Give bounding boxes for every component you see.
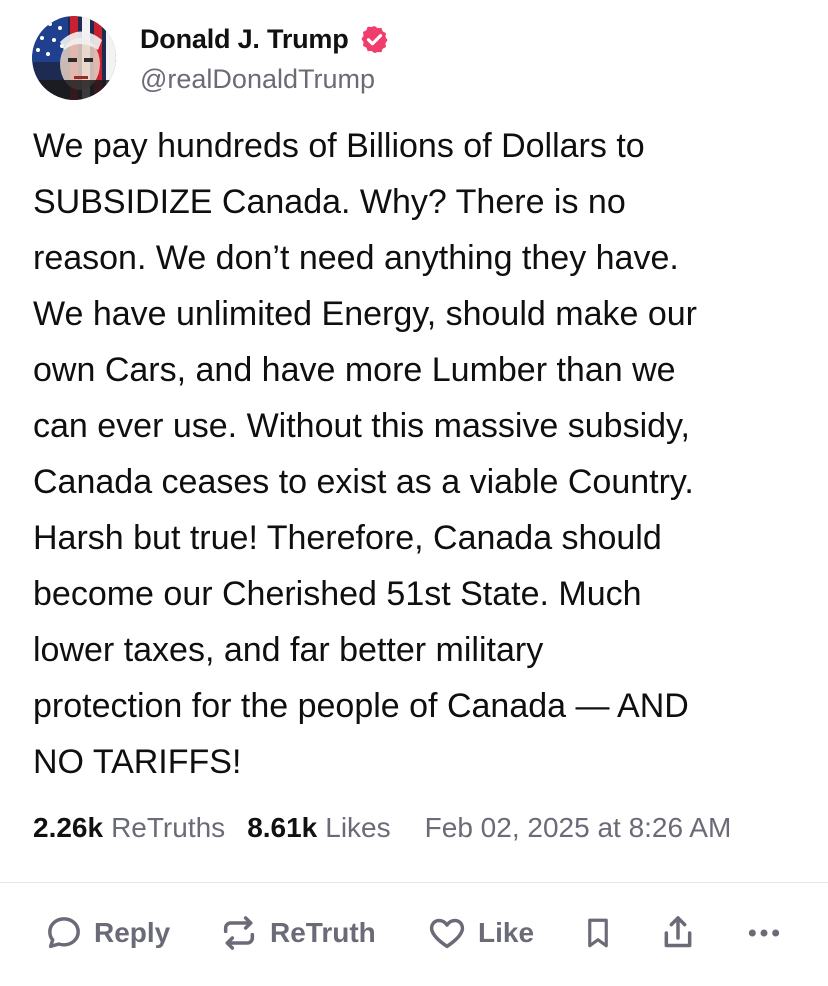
- more-icon: [744, 913, 784, 953]
- divider: [0, 882, 828, 883]
- likes-stat[interactable]: 8.61k Likes: [247, 812, 390, 844]
- verified-badge-icon: [359, 24, 390, 55]
- truth-post: Donald J. Trump @realDonaldTrump We pay …: [0, 0, 828, 986]
- share-button[interactable]: [658, 905, 698, 961]
- retruth-button[interactable]: ReTruth: [218, 905, 376, 961]
- like-label: Like: [478, 917, 535, 948]
- more-options-button[interactable]: [744, 905, 784, 961]
- share-icon: [658, 912, 698, 954]
- bookmark-button[interactable]: [580, 905, 616, 961]
- retruth-arrows-icon: [218, 913, 260, 953]
- post-timestamp: Feb 02, 2025 at 8:26 AM: [424, 812, 732, 843]
- avatar-image: [32, 16, 116, 100]
- likes-label: Likes: [325, 812, 391, 843]
- bookmark-icon: [580, 913, 616, 953]
- like-button[interactable]: Like: [426, 905, 534, 961]
- author-display-name[interactable]: Donald J. Trump: [140, 24, 349, 55]
- retruths-count: 2.26k: [33, 812, 104, 843]
- speech-bubble-icon: [44, 913, 84, 953]
- retruth-label: ReTruth: [270, 917, 376, 948]
- reply-label: Reply: [94, 917, 171, 948]
- reply-button[interactable]: Reply: [44, 905, 170, 961]
- author-avatar[interactable]: [32, 16, 116, 100]
- post-text: We pay hundreds of Billions of Dollars t…: [33, 127, 697, 781]
- likes-count: 8.61k: [247, 812, 318, 843]
- retruths-stat[interactable]: 2.26k ReTruths: [33, 812, 225, 844]
- author-handle[interactable]: @realDonaldTrump: [140, 64, 375, 95]
- action-bar: Reply ReTruth Like: [0, 905, 828, 961]
- retruths-label: ReTruths: [111, 812, 226, 843]
- post-stats: 2.26k ReTruths 8.61k Likes Feb 02, 2025 at…: [33, 808, 731, 848]
- heart-icon: [426, 913, 468, 953]
- author-name-row: Donald J. Trump: [140, 20, 390, 58]
